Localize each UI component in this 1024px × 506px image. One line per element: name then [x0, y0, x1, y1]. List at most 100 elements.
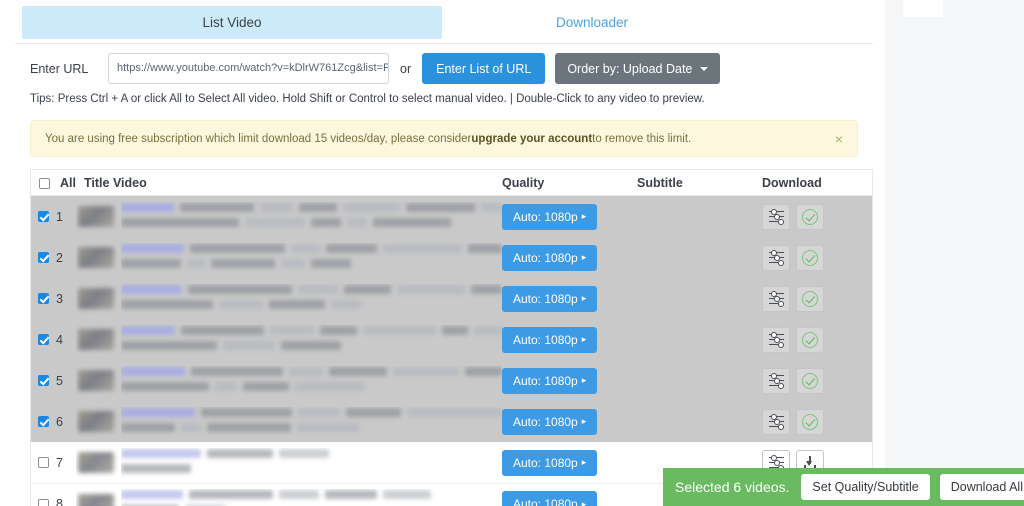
- row-number: 4: [56, 332, 63, 347]
- row-number: 1: [56, 209, 63, 224]
- sliders-icon: [768, 290, 784, 310]
- url-input[interactable]: https://www.youtube.com/watch?v=kDlrW761…: [108, 53, 389, 84]
- row-checkbox[interactable]: [38, 252, 49, 263]
- row-download-cell: [762, 203, 872, 230]
- row-download-button[interactable]: [796, 285, 824, 312]
- chevron-right-icon: ▸: [581, 211, 587, 221]
- title-text-fragment: [279, 448, 329, 458]
- title-text-fragment: [270, 325, 314, 335]
- title-line: [121, 243, 502, 254]
- title-text-fragment: [319, 325, 357, 335]
- alert-upgrade-link[interactable]: upgrade your account: [471, 133, 592, 145]
- close-icon[interactable]: ×: [835, 132, 843, 146]
- video-title-text: [121, 202, 502, 232]
- row-settings-button[interactable]: [762, 285, 790, 312]
- row-download-button[interactable]: [796, 203, 824, 230]
- row-checkbox[interactable]: [38, 293, 49, 304]
- table-row[interactable]: 3 Auto: 1080p ▸: [31, 278, 872, 319]
- row-quality-cell: Auto: 1080p ▸: [502, 367, 637, 394]
- title-text-fragment: [187, 284, 293, 294]
- title-text-fragment: [245, 217, 305, 227]
- title-text-fragment: [279, 490, 319, 499]
- row-checkbox[interactable]: [38, 416, 49, 427]
- quality-button[interactable]: Auto: 1080p ▸: [502, 285, 598, 312]
- row-quality-cell: Auto: 1080p ▸: [502, 491, 637, 506]
- order-by-dropdown[interactable]: Order by: Upload Date: [555, 53, 721, 84]
- tab-list-video[interactable]: List Video: [22, 6, 442, 39]
- quality-button[interactable]: Auto: 1080p ▸: [502, 449, 598, 476]
- row-number: 8: [56, 497, 76, 506]
- title-text-fragment: [470, 284, 502, 294]
- title-line: [121, 489, 502, 500]
- row-checkbox[interactable]: [38, 498, 49, 506]
- row-settings-button[interactable]: [762, 244, 790, 271]
- row-download-button[interactable]: [796, 244, 824, 271]
- sliders-icon: [768, 249, 784, 269]
- row-title-cell: [76, 237, 502, 278]
- video-thumbnail: [78, 288, 114, 309]
- row-settings-button[interactable]: [762, 408, 790, 435]
- row-checkbox[interactable]: [38, 457, 49, 468]
- quality-button[interactable]: Auto: 1080p ▸: [502, 244, 598, 271]
- download-all-button[interactable]: Download All: [939, 474, 1024, 500]
- row-download-button[interactable]: [796, 326, 824, 353]
- table-row[interactable]: 5 Auto: 1080p ▸: [31, 360, 872, 401]
- table-row[interactable]: 2 Auto: 1080p ▸: [31, 237, 872, 278]
- title-text-fragment: [207, 422, 291, 432]
- title-line: [121, 325, 502, 336]
- row-checkbox[interactable]: [38, 375, 49, 386]
- quality-button[interactable]: Auto: 1080p ▸: [502, 491, 598, 506]
- row-settings-button[interactable]: [762, 326, 790, 353]
- table-row[interactable]: 4 Auto: 1080p ▸: [31, 319, 872, 360]
- enter-list-of-url-button[interactable]: Enter List of URL: [422, 53, 546, 84]
- tab-downloader[interactable]: Downloader: [442, 6, 742, 39]
- green-check-icon: [802, 249, 818, 266]
- row-download-cell: [762, 367, 872, 394]
- row-number: 5: [56, 373, 63, 388]
- title-line: [121, 366, 502, 377]
- title-text-fragment: [362, 325, 437, 335]
- select-all-checkbox[interactable]: [39, 177, 50, 189]
- title-line: [121, 217, 502, 228]
- quality-button[interactable]: Auto: 1080p ▸: [502, 408, 598, 435]
- video-thumbnail: [78, 370, 114, 391]
- title-line: [121, 258, 502, 269]
- title-text-fragment: [180, 325, 265, 335]
- title-text-fragment: [121, 366, 185, 376]
- row-quality-cell: Auto: 1080p ▸: [502, 326, 637, 353]
- title-text-fragment: [121, 448, 201, 458]
- title-text-fragment: [121, 217, 239, 227]
- url-bar: Enter URL https://www.youtube.com/watch?…: [30, 44, 858, 93]
- quality-button[interactable]: Auto: 1080p ▸: [502, 367, 598, 394]
- row-title-cell: [76, 319, 502, 360]
- title-text-fragment: [382, 243, 462, 253]
- quality-label: Auto: 1080p: [513, 250, 578, 265]
- enter-list-of-url-label: Enter List of URL: [436, 61, 532, 76]
- row-download-cell: [762, 244, 872, 271]
- set-quality-subtitle-button[interactable]: Set Quality/Subtitle: [801, 474, 930, 500]
- alert-text-before: You are using free subscription which li…: [45, 132, 472, 145]
- row-download-button[interactable]: [796, 367, 824, 394]
- title-text-fragment: [207, 448, 273, 458]
- quality-button[interactable]: Auto: 1080p ▸: [502, 203, 598, 230]
- table-row[interactable]: 1 Auto: 1080p ▸: [31, 196, 872, 237]
- row-title-cell: [76, 484, 502, 506]
- quality-label: Auto: 1080p: [513, 332, 578, 347]
- row-download-button[interactable]: [796, 408, 824, 435]
- row-title-cell: [76, 360, 502, 401]
- title-text-fragment: [442, 325, 468, 335]
- title-text-fragment: [190, 243, 285, 253]
- table-row[interactable]: 6 Auto: 1080p ▸: [31, 401, 872, 442]
- alert-text-after: to remove this limit.: [592, 132, 692, 145]
- title-text-fragment: [121, 243, 185, 253]
- row-checkbox[interactable]: [38, 211, 49, 222]
- row-settings-button[interactable]: [762, 203, 790, 230]
- row-settings-button[interactable]: [762, 367, 790, 394]
- title-text-fragment: [121, 299, 213, 309]
- quality-button[interactable]: Auto: 1080p ▸: [502, 326, 598, 353]
- row-checkbox[interactable]: [38, 334, 49, 345]
- title-text-fragment: [347, 217, 367, 227]
- green-check-icon: [802, 290, 818, 307]
- title-text-fragment: [181, 422, 201, 432]
- video-thumbnail: [78, 411, 114, 432]
